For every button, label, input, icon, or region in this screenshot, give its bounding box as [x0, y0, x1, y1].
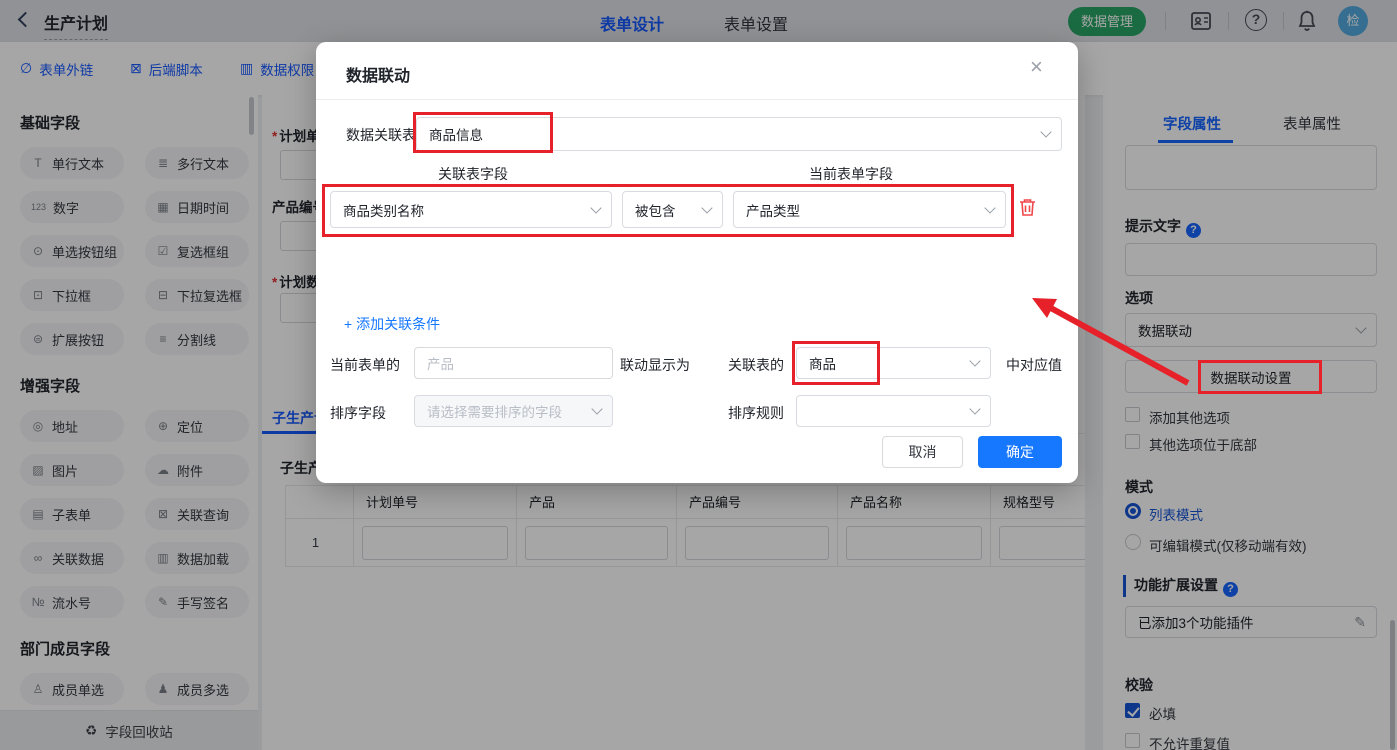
sort-rule-label: 排序规则	[728, 403, 784, 423]
confirm-button[interactable]: 确定	[978, 436, 1062, 468]
close-icon[interactable]: ×	[1030, 54, 1043, 80]
column-header-current-field: 当前表单字段	[809, 164, 893, 184]
sort-rule-select[interactable]	[796, 395, 991, 427]
current-form-field-input[interactable]: 产品	[414, 347, 613, 379]
chevron-down-icon	[1040, 126, 1051, 137]
relation-field-select[interactable]: 商品类别名称	[330, 191, 612, 228]
relation-value-select[interactable]: 商品	[796, 347, 991, 379]
value-suffix-label: 中对应值	[1006, 355, 1062, 375]
link-display-label: 联动显示为	[620, 355, 690, 375]
trash-icon[interactable]	[1018, 197, 1037, 217]
sort-field-label: 排序字段	[330, 403, 386, 423]
data-linkage-modal: 数据联动 × 数据关联表 商品信息 关联表字段 当前表单字段 商品类别名称 被包…	[316, 42, 1078, 483]
divider	[316, 99, 1078, 100]
relation-table-select[interactable]: 商品信息	[416, 117, 1062, 151]
current-form-label: 当前表单的	[330, 355, 400, 375]
cancel-button[interactable]: 取消	[882, 436, 963, 468]
relation-of-label: 关联表的	[728, 355, 784, 375]
add-condition-link[interactable]: + 添加关联条件	[344, 314, 440, 334]
chevron-down-icon	[591, 403, 602, 414]
modal-title: 数据联动	[346, 62, 410, 86]
chevron-down-icon	[969, 403, 980, 414]
app-root: 生产计划 表单设计 表单设置 数据管理 ? 检 ∅ 表单外链 ⊠ 后端脚本	[0, 0, 1397, 750]
current-field-select[interactable]: 产品类型	[733, 191, 1006, 228]
chevron-down-icon	[984, 202, 995, 213]
sort-field-select[interactable]: 请选择需要排序的字段	[414, 395, 613, 427]
chevron-down-icon	[590, 202, 601, 213]
operator-select[interactable]: 被包含	[622, 191, 723, 228]
chevron-down-icon	[969, 355, 980, 366]
chevron-down-icon	[701, 202, 712, 213]
column-header-relation-field: 关联表字段	[438, 164, 508, 184]
relation-table-label: 数据关联表	[346, 125, 416, 145]
